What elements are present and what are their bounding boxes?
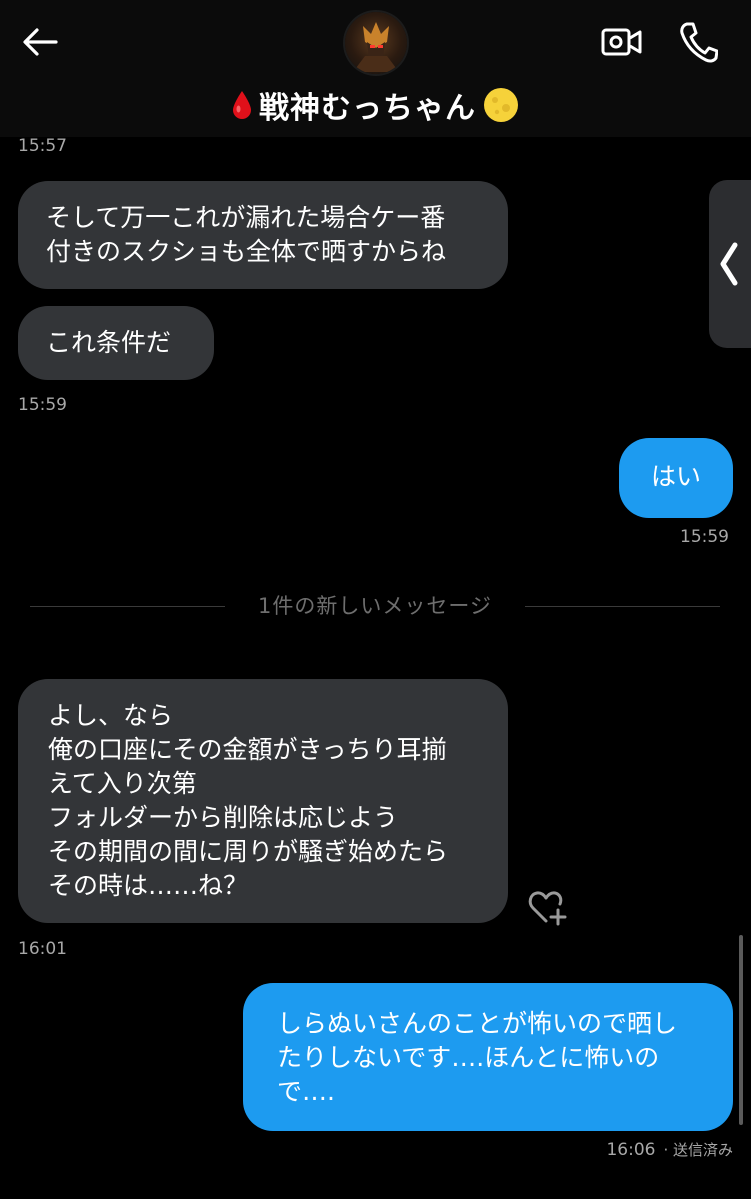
avatar[interactable] [345,12,407,74]
like-button[interactable] [527,888,569,928]
incoming-message-bubble[interactable]: そして万一これが漏れた場合ケー番 付きのスクショも全体で晒すからね [18,181,508,289]
incoming-message-bubble[interactable]: これ条件だ [18,306,214,380]
avatar-image [353,22,399,72]
message-timestamp: 15:59 [18,395,67,415]
voice-call-button[interactable] [678,20,719,64]
message-timestamp: 15:57 [18,136,67,156]
contact-name: 戦神むっちゃん [259,91,476,126]
chat-header: 戦神むっちゃん [0,0,751,137]
message-timestamp: 15:59 [680,527,729,547]
outgoing-message-bubble[interactable]: はい [619,438,733,518]
scrollbar[interactable] [739,935,743,1125]
message-timestamp: 16:06 [606,1140,656,1160]
message-timestamp: 16:01 [18,939,67,959]
video-camera-icon [601,28,642,56]
side-panel-toggle[interactable] [709,180,751,348]
incoming-message-bubble[interactable]: よし、なら 俺の口座にその金額がきっちり耳揃 えて入り次第 フォルダーから削除は… [18,679,508,923]
divider-line-left [30,606,225,607]
chevron-left-icon [720,242,738,286]
outgoing-message-bubble[interactable]: しらぬいさんのことが怖いので晒し たりしないです….ほんとに怖いの で…. [243,983,733,1131]
divider-line-right [525,606,720,607]
new-messages-divider: 1件の新しいメッセージ [258,594,492,618]
back-button[interactable] [18,22,62,62]
heart-plus-icon [528,891,567,926]
back-arrow-icon [23,28,58,56]
blood-drop-icon [233,91,251,119]
message-status-row: 16:06 · 送信済み [606,1139,733,1160]
moon-icon [484,88,518,122]
phone-icon [680,22,719,63]
sent-status: · 送信済み [663,1141,733,1159]
contact-name-row: 戦神むっちゃん [0,80,751,130]
video-call-button[interactable] [600,24,644,60]
